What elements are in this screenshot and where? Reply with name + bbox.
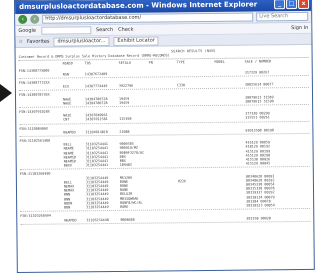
maximize-button[interactable]: □ — [286, 0, 298, 10]
table-cell — [150, 217, 178, 221]
window-title: dmsurplusloactordatabase.com - Windows I… — [19, 0, 258, 11]
google-label: Google — [18, 27, 36, 34]
page-content: SEARCH RESULTS (NSN) Customer Record & D… — [16, 45, 314, 225]
column-header: TOS — [84, 61, 91, 66]
table-cell — [215, 83, 245, 88]
back-icon[interactable]: ‹ — [18, 14, 28, 24]
table-cell — [215, 128, 245, 133]
table-cell: NEAMSD — [63, 130, 76, 135]
table-cell — [178, 204, 216, 209]
table-cell — [215, 70, 245, 75]
star-icon[interactable]: ☆ — [18, 39, 23, 45]
table-cell: 315551 00261 — [245, 115, 270, 121]
table-cell — [216, 216, 246, 221]
url-field[interactable]: http://dmsurplusloactordatabase.com/ — [42, 12, 254, 24]
table-cell: 21088 — [119, 129, 130, 134]
table-cell: NEAMSD — [64, 217, 77, 222]
table-cell: BBXX — [63, 163, 72, 168]
table-cell — [19, 85, 63, 90]
table-cell: 93013508 00198 — [245, 128, 274, 133]
window-controls: _ □ x — [274, 0, 310, 10]
tab-exhibit-locator[interactable]: Exhibit Locator — [113, 35, 159, 46]
column-header: SETALA — [118, 61, 131, 66]
table-cell: 31104014810 — [85, 129, 108, 135]
column-header: MODEL — [214, 60, 225, 65]
table-cell: 19459 — [119, 100, 130, 105]
table-cell — [149, 100, 177, 104]
table-cell — [215, 99, 245, 104]
table-cell — [215, 116, 245, 121]
pointer-arrow — [0, 84, 12, 102]
browser-window: dmsurplusloactordatabase.com - Windows I… — [14, 0, 315, 273]
table-cell — [149, 129, 177, 133]
table-cell — [150, 163, 178, 167]
search-button[interactable]: Search — [96, 27, 113, 33]
table-cell: 14304780728 — [85, 100, 108, 106]
table-cell: BBN — [64, 205, 71, 210]
table-cell: C330 — [176, 83, 186, 88]
table-cell — [178, 162, 216, 167]
table-cell — [119, 71, 149, 76]
table-cell: 317329 00267 — [244, 70, 270, 75]
table-cell: 14307012581 — [85, 117, 108, 122]
table-cell — [177, 116, 215, 121]
table-cell — [177, 100, 215, 105]
table-cell: 30079613 31590 — [245, 99, 274, 104]
table-cell — [20, 206, 64, 211]
column-header — [19, 62, 63, 67]
table-cell: 301358 00028 — [246, 215, 271, 221]
favorites-button[interactable]: Favorites — [27, 39, 50, 45]
table-cell: 31103254449 — [86, 205, 109, 210]
table-cell: 115398 — [119, 117, 132, 122]
column-header: NSNSD — [62, 61, 73, 66]
table-cell — [20, 218, 64, 223]
table-cell — [149, 117, 177, 121]
table-cell: 31103254448 — [86, 217, 109, 222]
table-cell: 14307672409 — [84, 71, 108, 77]
column-header: TYPE — [176, 60, 185, 65]
sign-in-link[interactable]: Sign In — [291, 25, 308, 31]
table-cell: NAGE — [63, 101, 72, 106]
table-cell — [149, 84, 177, 88]
table-cell: 14307774449 — [84, 84, 108, 89]
table-cell — [19, 101, 63, 106]
table-cell — [20, 164, 64, 169]
check-button[interactable]: Check — [118, 27, 133, 33]
table-cell — [216, 204, 246, 209]
table-cell — [19, 72, 63, 77]
table-cell: BORE — [120, 204, 129, 209]
table-cell — [178, 216, 216, 221]
close-button[interactable]: x — [298, 0, 310, 10]
column-header: SALE / NUMBER — [244, 59, 272, 64]
tab-dmsurplus[interactable]: dmsurplusloactor... — [53, 36, 110, 47]
table-cell: 1B948I — [119, 163, 133, 168]
table-cell — [19, 118, 63, 123]
table-cell: 9B08688 — [120, 217, 135, 222]
column-header: PN — [148, 60, 153, 65]
table-cell: 415129 00045 — [245, 161, 271, 166]
table-cell: 30318123 00054 — [246, 203, 275, 208]
table-cell — [216, 162, 246, 167]
table-cell: 3922796 — [118, 83, 134, 89]
table-cell: ECX — [62, 84, 70, 89]
table-cell: NSN — [62, 72, 69, 77]
minimize-button[interactable]: _ — [274, 0, 286, 10]
table-cell: 30025614 00077 — [244, 82, 274, 87]
search-input[interactable]: Live Search — [256, 11, 309, 22]
forward-icon[interactable]: › — [30, 14, 40, 24]
google-search-field[interactable] — [40, 26, 92, 35]
table-cell: 31103254441 — [85, 163, 109, 168]
table-cell — [177, 71, 215, 76]
records-list: FSN:1430077X000 NSN 14307672409 317329 0026… — [19, 66, 311, 225]
table-cell — [177, 129, 215, 134]
table-cell — [149, 71, 177, 75]
table-cell — [19, 130, 63, 135]
table-cell: CNT — [63, 117, 70, 122]
table-cell — [150, 204, 178, 208]
